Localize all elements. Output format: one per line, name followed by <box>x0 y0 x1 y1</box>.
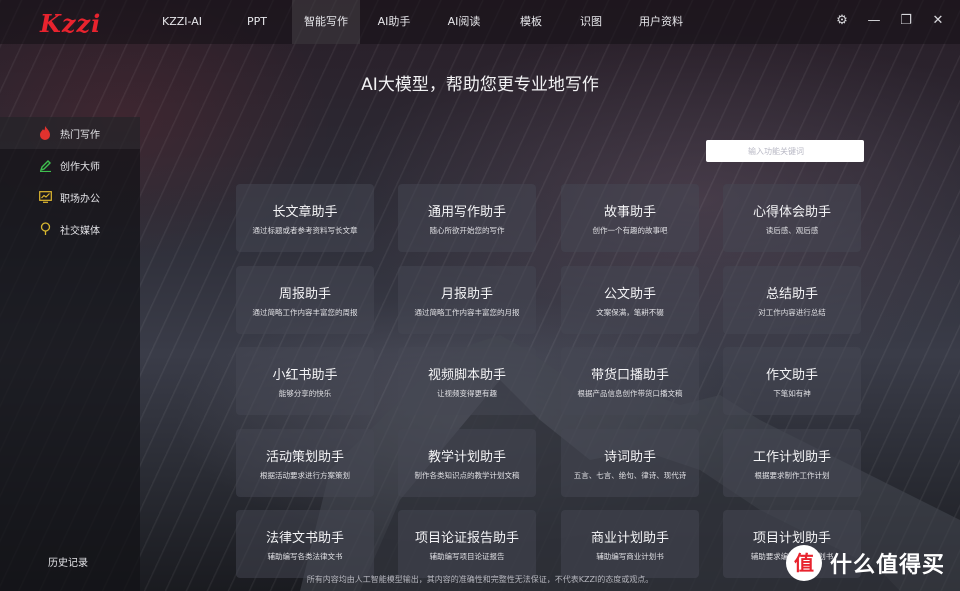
app-logo[interactable]: Kzzi <box>40 9 101 38</box>
nav-item-kzzi-ai[interactable]: KZZI-AI <box>142 0 222 44</box>
sidebar-item-label: 热门写作 <box>60 129 100 141</box>
bulb-icon <box>38 222 52 236</box>
watermark-text: 什么值得买 <box>830 553 946 578</box>
card-subtitle: 根据要求制作工作计划 <box>754 471 830 480</box>
sidebar-item-label: 社交媒体 <box>60 225 100 237</box>
card-subtitle: 让视频变得更有趣 <box>437 389 497 398</box>
nav-item-ppt[interactable]: PPT <box>222 0 292 44</box>
sidebar-item-creative-master[interactable]: 创作大师 <box>0 149 140 181</box>
card-teaching-plan[interactable]: 教学计划助手制作各类知识点的教学计划文稿 <box>398 429 536 497</box>
card-business-plan[interactable]: 商业计划助手辅助编写商业计划书 <box>561 510 699 578</box>
card-subtitle: 辅助编写各类法律文书 <box>267 552 343 561</box>
card-title: 小红书助手 <box>272 368 338 383</box>
card-subtitle: 读后感、观后感 <box>765 226 819 235</box>
card-essay[interactable]: 作文助手 下笔如有神 <box>723 347 861 415</box>
card-subtitle: 随心所欲开始您的写作 <box>429 226 505 235</box>
card-event-planning[interactable]: 活动策划助手根据活动要求进行方案策划 <box>236 429 374 497</box>
sidebar: 热门写作 创作大师 职场办公 社交媒体 历史记录 <box>0 117 140 591</box>
card-official-document[interactable]: 公文助手文案保满，笔耕不辍 <box>561 266 699 334</box>
page-title: AI大模型，帮助您更专业地写作 <box>361 75 599 95</box>
card-subtitle: 根据产品信息创作带货口播文稿 <box>577 389 683 398</box>
card-monthly-report[interactable]: 月报助手通过简略工作内容丰富您的月报 <box>398 266 536 334</box>
top-bar: Kzzi KZZI-AI PPT 智能写作 AI助手 AI阅读 模板 识图 用户… <box>0 0 960 44</box>
card-work-plan[interactable]: 工作计划助手根据要求制作工作计划 <box>723 429 861 497</box>
card-subtitle: 能够分享的快乐 <box>278 389 332 398</box>
card-title: 项目论证报告助手 <box>414 531 519 546</box>
card-subtitle: 辅助编写项目论证报告 <box>429 552 505 561</box>
card-weekly-report[interactable]: 周报助手通过简略工作内容丰富您的周报 <box>236 266 374 334</box>
card-title: 月报助手 <box>440 287 493 302</box>
sidebar-item-label: 职场办公 <box>60 193 100 205</box>
search-input[interactable] <box>746 145 864 157</box>
card-subtitle: 五言、七言、绝句、律诗、现代诗 <box>573 471 687 480</box>
card-story[interactable]: 故事助手创作一个有趣的故事吧 <box>561 184 699 252</box>
watermark-badge-icon: 值 <box>786 545 822 581</box>
card-poetry[interactable]: 诗词助手五言、七言、绝句、律诗、现代诗 <box>561 429 699 497</box>
sidebar-item-hot-writing[interactable]: 热门写作 <box>0 117 140 149</box>
history-link[interactable]: 历史记录 <box>48 554 88 569</box>
card-title: 公文助手 <box>603 287 656 302</box>
watermark: 值 什么值得买 <box>786 545 945 581</box>
card-subtitle: 辅助编写商业计划书 <box>596 552 664 561</box>
card-title: 通用写作助手 <box>427 205 506 220</box>
card-video-script[interactable]: 视频脚本助手让视频变得更有趣 <box>398 347 536 415</box>
nav-item-user-profile[interactable]: 用户资料 <box>620 0 702 44</box>
nav-item-templates[interactable]: 模板 <box>500 0 562 44</box>
card-subtitle: 对工作内容进行总结 <box>758 308 826 317</box>
card-title: 周报助手 <box>278 287 331 302</box>
card-title: 作文助手 <box>765 368 818 383</box>
card-title: 故事助手 <box>603 205 656 220</box>
card-title: 活动策划助手 <box>265 450 344 465</box>
nav-item-image-recognition[interactable]: 识图 <box>562 0 620 44</box>
close-icon[interactable]: ✕ <box>930 13 946 29</box>
pen-icon <box>38 158 52 172</box>
restore-icon[interactable]: ❐ <box>898 13 914 29</box>
card-reflection[interactable]: 心得体会助手读后感、观后感 <box>723 184 861 252</box>
sidebar-item-office[interactable]: 职场办公 <box>0 181 140 213</box>
card-subtitle: 通过简略工作内容丰富您的月报 <box>414 308 520 317</box>
card-title: 视频脚本助手 <box>427 368 506 383</box>
card-subtitle: 根据活动要求进行方案策划 <box>260 471 350 480</box>
card-live-selling-script[interactable]: 带货口播助手根据产品信息创作带货口播文稿 <box>561 347 699 415</box>
card-title: 长文章助手 <box>272 205 338 220</box>
card-title: 项目计划助手 <box>752 531 831 546</box>
minimize-icon[interactable]: — <box>866 13 882 29</box>
card-title: 教学计划助手 <box>427 450 506 465</box>
card-title: 商业计划助手 <box>590 531 669 546</box>
settings-icon[interactable]: ⚙ <box>834 13 850 29</box>
card-title: 总结助手 <box>765 287 818 302</box>
card-title: 心得体会助手 <box>752 205 831 220</box>
card-title: 工作计划助手 <box>752 450 831 465</box>
search-box <box>706 140 864 162</box>
nav-item-smart-writing[interactable]: 智能写作 <box>292 0 360 44</box>
card-subtitle: 下笔如有神 <box>773 389 811 398</box>
card-title: 带货口播助手 <box>590 368 669 383</box>
card-summary[interactable]: 总结助手对工作内容进行总结 <box>723 266 861 334</box>
card-project-feasibility[interactable]: 项目论证报告助手辅助编写项目论证报告 <box>398 510 536 578</box>
card-title: 法律文书助手 <box>265 531 344 546</box>
card-subtitle: 创作一个有趣的故事吧 <box>592 226 668 235</box>
nav-item-ai-reading[interactable]: AI阅读 <box>428 0 500 44</box>
window-controls: ⚙ — ❐ ✕ <box>834 13 946 29</box>
card-xiaohongshu[interactable]: 小红书助手能够分享的快乐 <box>236 347 374 415</box>
flame-icon <box>38 126 52 140</box>
card-legal-document[interactable]: 法律文书助手辅助编写各类法律文书 <box>236 510 374 578</box>
sidebar-item-label: 创作大师 <box>60 161 100 173</box>
card-subtitle: 通过简略工作内容丰富您的周报 <box>252 308 358 317</box>
sidebar-item-social-media[interactable]: 社交媒体 <box>0 213 140 245</box>
card-subtitle: 通过标题或者参考资料写长文章 <box>252 226 358 235</box>
chart-icon <box>38 190 52 204</box>
main-nav: KZZI-AI PPT 智能写作 AI助手 AI阅读 模板 识图 用户资料 <box>142 0 702 44</box>
nav-item-ai-assistant[interactable]: AI助手 <box>360 0 428 44</box>
card-subtitle: 制作各类知识点的教学计划文稿 <box>414 471 520 480</box>
card-subtitle: 文案保满，笔耕不辍 <box>596 308 664 317</box>
card-long-article[interactable]: 长文章助手通过标题或者参考资料写长文章 <box>236 184 374 252</box>
card-general-writing[interactable]: 通用写作助手随心所欲开始您的写作 <box>398 184 536 252</box>
card-title: 诗词助手 <box>603 450 656 465</box>
